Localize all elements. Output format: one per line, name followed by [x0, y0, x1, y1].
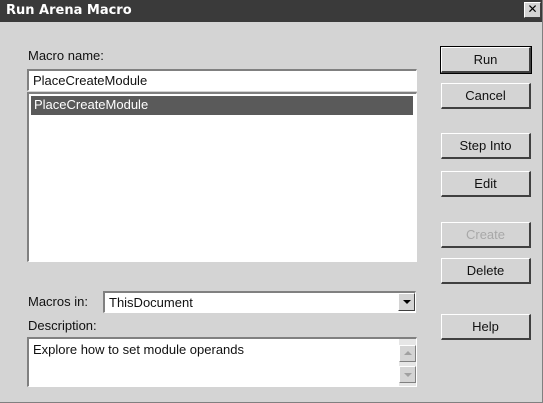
title-bar: Run Arena Macro ✕: [0, 0, 542, 22]
list-item[interactable]: PlaceCreateModule: [31, 96, 413, 115]
description-scrollbar[interactable]: [399, 339, 416, 386]
close-icon: ✕: [527, 2, 538, 16]
description-label: Description:: [28, 318, 97, 333]
delete-button[interactable]: Delete: [441, 258, 531, 284]
help-button[interactable]: Help: [441, 314, 531, 340]
window-title: Run Arena Macro: [6, 3, 132, 18]
edit-button[interactable]: Edit: [441, 171, 531, 197]
macros-in-label: Macros in:: [28, 294, 88, 309]
create-button: Create: [441, 222, 531, 248]
scroll-down-icon[interactable]: [399, 366, 416, 383]
run-button[interactable]: Run: [440, 46, 532, 74]
step-into-button[interactable]: Step Into: [441, 133, 531, 159]
description-field[interactable]: Explore how to set module operands: [27, 337, 417, 387]
run-arena-macro-dialog: Run Arena Macro ✕ Macro name: PlaceCreat…: [0, 0, 543, 403]
macro-name-value: PlaceCreateModule: [33, 73, 148, 88]
description-text: Explore how to set module operands: [33, 342, 245, 357]
macro-name-label: Macro name:: [28, 48, 104, 63]
chevron-down-icon[interactable]: [398, 293, 415, 311]
close-button[interactable]: ✕: [524, 2, 541, 18]
macro-list[interactable]: PlaceCreateModule: [27, 92, 417, 262]
macros-in-select[interactable]: ThisDocument: [103, 291, 416, 313]
cancel-button[interactable]: Cancel: [441, 83, 531, 109]
macro-name-input[interactable]: PlaceCreateModule: [27, 69, 417, 91]
scroll-up-icon[interactable]: [399, 345, 416, 362]
macros-in-value: ThisDocument: [109, 295, 193, 310]
